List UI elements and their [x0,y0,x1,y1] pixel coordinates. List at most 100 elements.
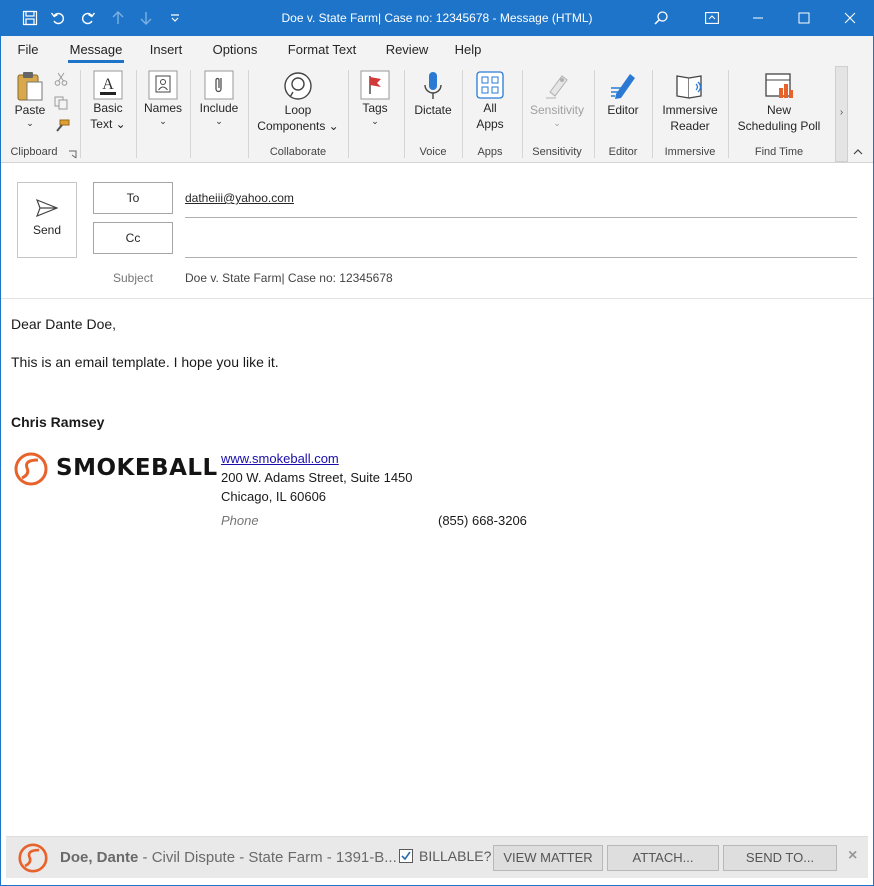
basic-text-button[interactable]: A Basic Text ⌄ [86,70,130,132]
send-icon [36,199,58,217]
group-separator [80,70,81,158]
send-to-button[interactable]: SEND TO... [723,845,837,871]
paste-button[interactable]: Paste ⌄ [10,70,50,128]
header-divider [0,298,874,299]
tab-file[interactable]: File [12,36,44,64]
send-button[interactable]: Send [17,182,77,258]
copy-icon[interactable] [54,96,68,113]
title-bar: Doe v. State Farm| Case no: 12345678 - M… [0,0,874,36]
all-apps-button[interactable]: All Apps [468,70,512,132]
group-label-editor: Editor [608,146,638,158]
matter-bar: Doe, Dante - Civil Dispute - State Farm … [6,836,868,878]
loop-components-button[interactable]: Loop Components ⌄ [254,70,342,134]
tab-message[interactable]: Message [68,36,124,64]
search-icon[interactable] [638,0,684,36]
window-title: Doe v. State Farm| Case no: 12345678 - M… [281,11,593,25]
close-bar-icon[interactable]: × [848,847,857,865]
redo-icon[interactable] [74,0,102,36]
calendar-poll-icon [765,73,793,98]
tab-format-text[interactable]: Format Text [283,36,361,64]
font-icon: A [93,70,123,100]
tab-insert[interactable]: Insert [145,36,187,64]
chevron-down-icon: ⌄ [159,116,167,126]
group-separator [136,70,137,158]
basic-text-label: Basic [93,101,123,115]
tab-review[interactable]: Review [383,36,431,64]
maximize-icon[interactable] [781,0,827,36]
smokeball-logo: SMOKEBALL [14,452,217,488]
group-separator [348,70,349,158]
format-painter-icon[interactable] [54,119,70,136]
tab-help[interactable]: Help [451,36,485,64]
group-label-immersive: Immersive [664,146,716,158]
to-button[interactable]: To [93,182,173,214]
group-separator [728,70,729,158]
group-separator [248,70,249,158]
address-line-1: 200 W. Adams Street, Suite 1450 [221,470,413,485]
ribbon-scroll-right[interactable]: › [835,66,848,162]
group-separator [462,70,463,158]
arrow-down-icon[interactable] [132,0,160,36]
chevron-down-icon: ⌄ [215,116,223,126]
billable-toggle[interactable]: BILLABLE? [399,848,491,864]
loop-label: Loop [284,103,312,117]
to-recipient[interactable]: datheiii@yahoo.com [185,191,294,205]
scheduling-poll-button[interactable]: New Scheduling Poll [732,70,826,134]
immersive-label-2: Reader [670,119,710,133]
subject-field[interactable]: Doe v. State Farm| Case no: 12345678 [185,271,393,285]
close-icon[interactable] [827,0,873,36]
immersive-reader-button[interactable]: Immersive Reader [656,70,724,134]
address-line-2: Chicago, IL 60606 [221,489,327,504]
smokeball-icon [18,843,48,873]
chevron-down-icon: ⌄ [26,118,34,128]
group-label-clipboard: Clipboard [10,146,58,158]
include-button[interactable]: Include ⌄ [196,70,242,126]
microphone-icon [424,72,442,99]
sensitivity-icon [546,75,568,99]
send-label: Send [32,223,62,237]
tags-button[interactable]: Tags ⌄ [354,70,396,126]
view-matter-button[interactable]: VIEW MATTER [493,845,603,871]
svg-text:A: A [102,76,114,93]
cc-field[interactable] [185,257,857,258]
immersive-reader-icon [676,75,702,99]
phone-number: (855) 668-3206 [438,513,527,528]
tab-options[interactable]: Options [208,36,262,64]
dialog-launcher-icon[interactable] [68,148,77,162]
loop-icon [284,72,312,100]
chevron-down-icon: ⌄ [553,118,561,128]
collapse-ribbon-icon[interactable] [852,146,864,160]
group-label-find-time: Find Time [754,146,804,158]
group-separator [594,70,595,158]
chevron-down-icon: ⌄ [371,116,379,126]
minimize-icon[interactable] [735,0,781,36]
arrow-up-icon[interactable] [104,0,132,36]
tags-label: Tags [362,101,388,115]
editor-button[interactable]: Editor [600,70,646,118]
sensitivity-button[interactable]: Sensitivity ⌄ [526,70,588,128]
body-text: This is an email template. I hope you li… [11,354,279,370]
customize-toolbar-icon[interactable] [161,0,189,36]
save-icon[interactable] [16,0,44,36]
subject-label: Subject [113,271,154,285]
dictate-button[interactable]: Dictate [408,70,458,118]
all-apps-label-2: Apps [476,117,504,131]
clipboard-icon [17,72,43,101]
cut-icon[interactable] [54,72,68,89]
immersive-label: Immersive [662,103,718,117]
ribbon-tabs: File Message Insert Options Format Text … [0,36,874,64]
logo-wordmark: SMOKEBALL [56,455,218,481]
cc-button[interactable]: Cc [93,222,173,254]
apps-grid-icon [476,71,504,99]
website-link[interactable]: www.smokeball.com [221,451,339,466]
attach-button[interactable]: ATTACH... [607,845,719,871]
billable-checkbox[interactable] [399,849,413,863]
ribbon: Paste ⌄ Clipboard A Basic Text ⌄ Names ⌄… [0,64,874,163]
matter-title[interactable]: Doe, Dante - Civil Dispute - State Farm … [60,849,397,866]
undo-icon[interactable] [44,0,72,36]
names-button[interactable]: Names ⌄ [142,70,184,126]
to-field[interactable] [185,217,857,218]
ribbon-display-icon[interactable] [689,0,735,36]
dictate-label: Dictate [414,103,452,117]
basic-text-label-2: Text ⌄ [90,117,126,131]
